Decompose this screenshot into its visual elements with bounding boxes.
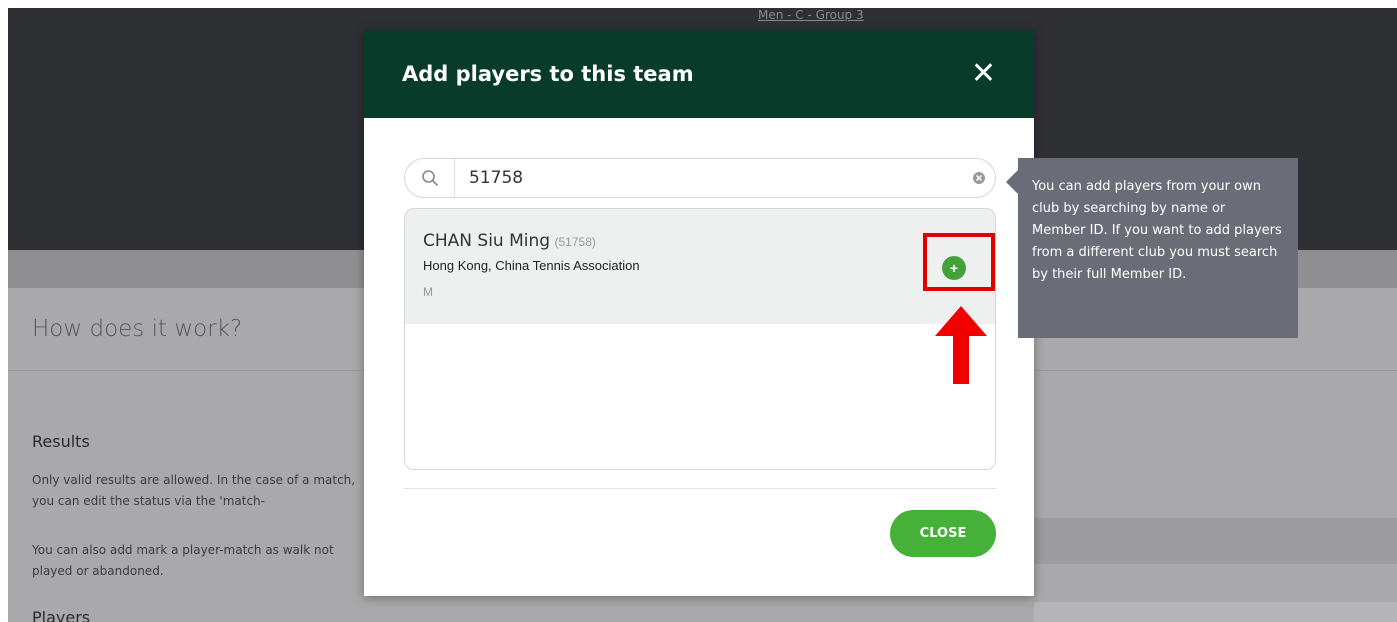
search-icon: [405, 159, 455, 197]
modal-footer-divider: [404, 488, 996, 489]
results-heading: Results: [32, 432, 90, 451]
modal-title: Add players to this team: [402, 62, 694, 86]
background-panel-bar-lower: [1034, 602, 1397, 622]
search-input[interactable]: [455, 168, 963, 188]
search-results-list: CHAN Siu Ming (51758) Hong Kong, China T…: [404, 208, 996, 470]
player-gender: M: [423, 285, 433, 299]
player-name-line: CHAN Siu Ming (51758): [423, 231, 977, 251]
results-paragraph: Only valid results are allowed. In the c…: [32, 473, 356, 508]
plus-icon: +: [949, 260, 959, 276]
player-club: Hong Kong, China Tennis Association: [423, 258, 640, 273]
player-search-box: [404, 158, 996, 198]
close-icon[interactable]: ✕: [971, 59, 996, 89]
list-item: CHAN Siu Ming (51758) Hong Kong, China T…: [405, 209, 995, 324]
red-arrow-up-icon: [935, 306, 987, 384]
modal-header: Add players to this team ✕: [364, 30, 1034, 118]
close-button[interactable]: CLOSE: [890, 510, 996, 557]
players-heading: Players: [32, 608, 91, 622]
clear-search-icon[interactable]: [963, 171, 995, 185]
help-tooltip: You can add players from your own club b…: [1006, 158, 1298, 338]
breadcrumb[interactable]: Men - C - Group 3: [758, 8, 864, 22]
background-panel-bar: [1034, 518, 1397, 564]
player-member-id: (51758): [554, 235, 596, 249]
how-does-it-work-heading: How does it work?: [32, 316, 243, 342]
tooltip-text: You can add players from your own club b…: [1032, 179, 1282, 282]
add-player-button[interactable]: +: [942, 256, 966, 280]
walkover-paragraph: You can also add mark a player-match as …: [32, 543, 334, 578]
player-name: CHAN Siu Ming: [423, 231, 551, 251]
